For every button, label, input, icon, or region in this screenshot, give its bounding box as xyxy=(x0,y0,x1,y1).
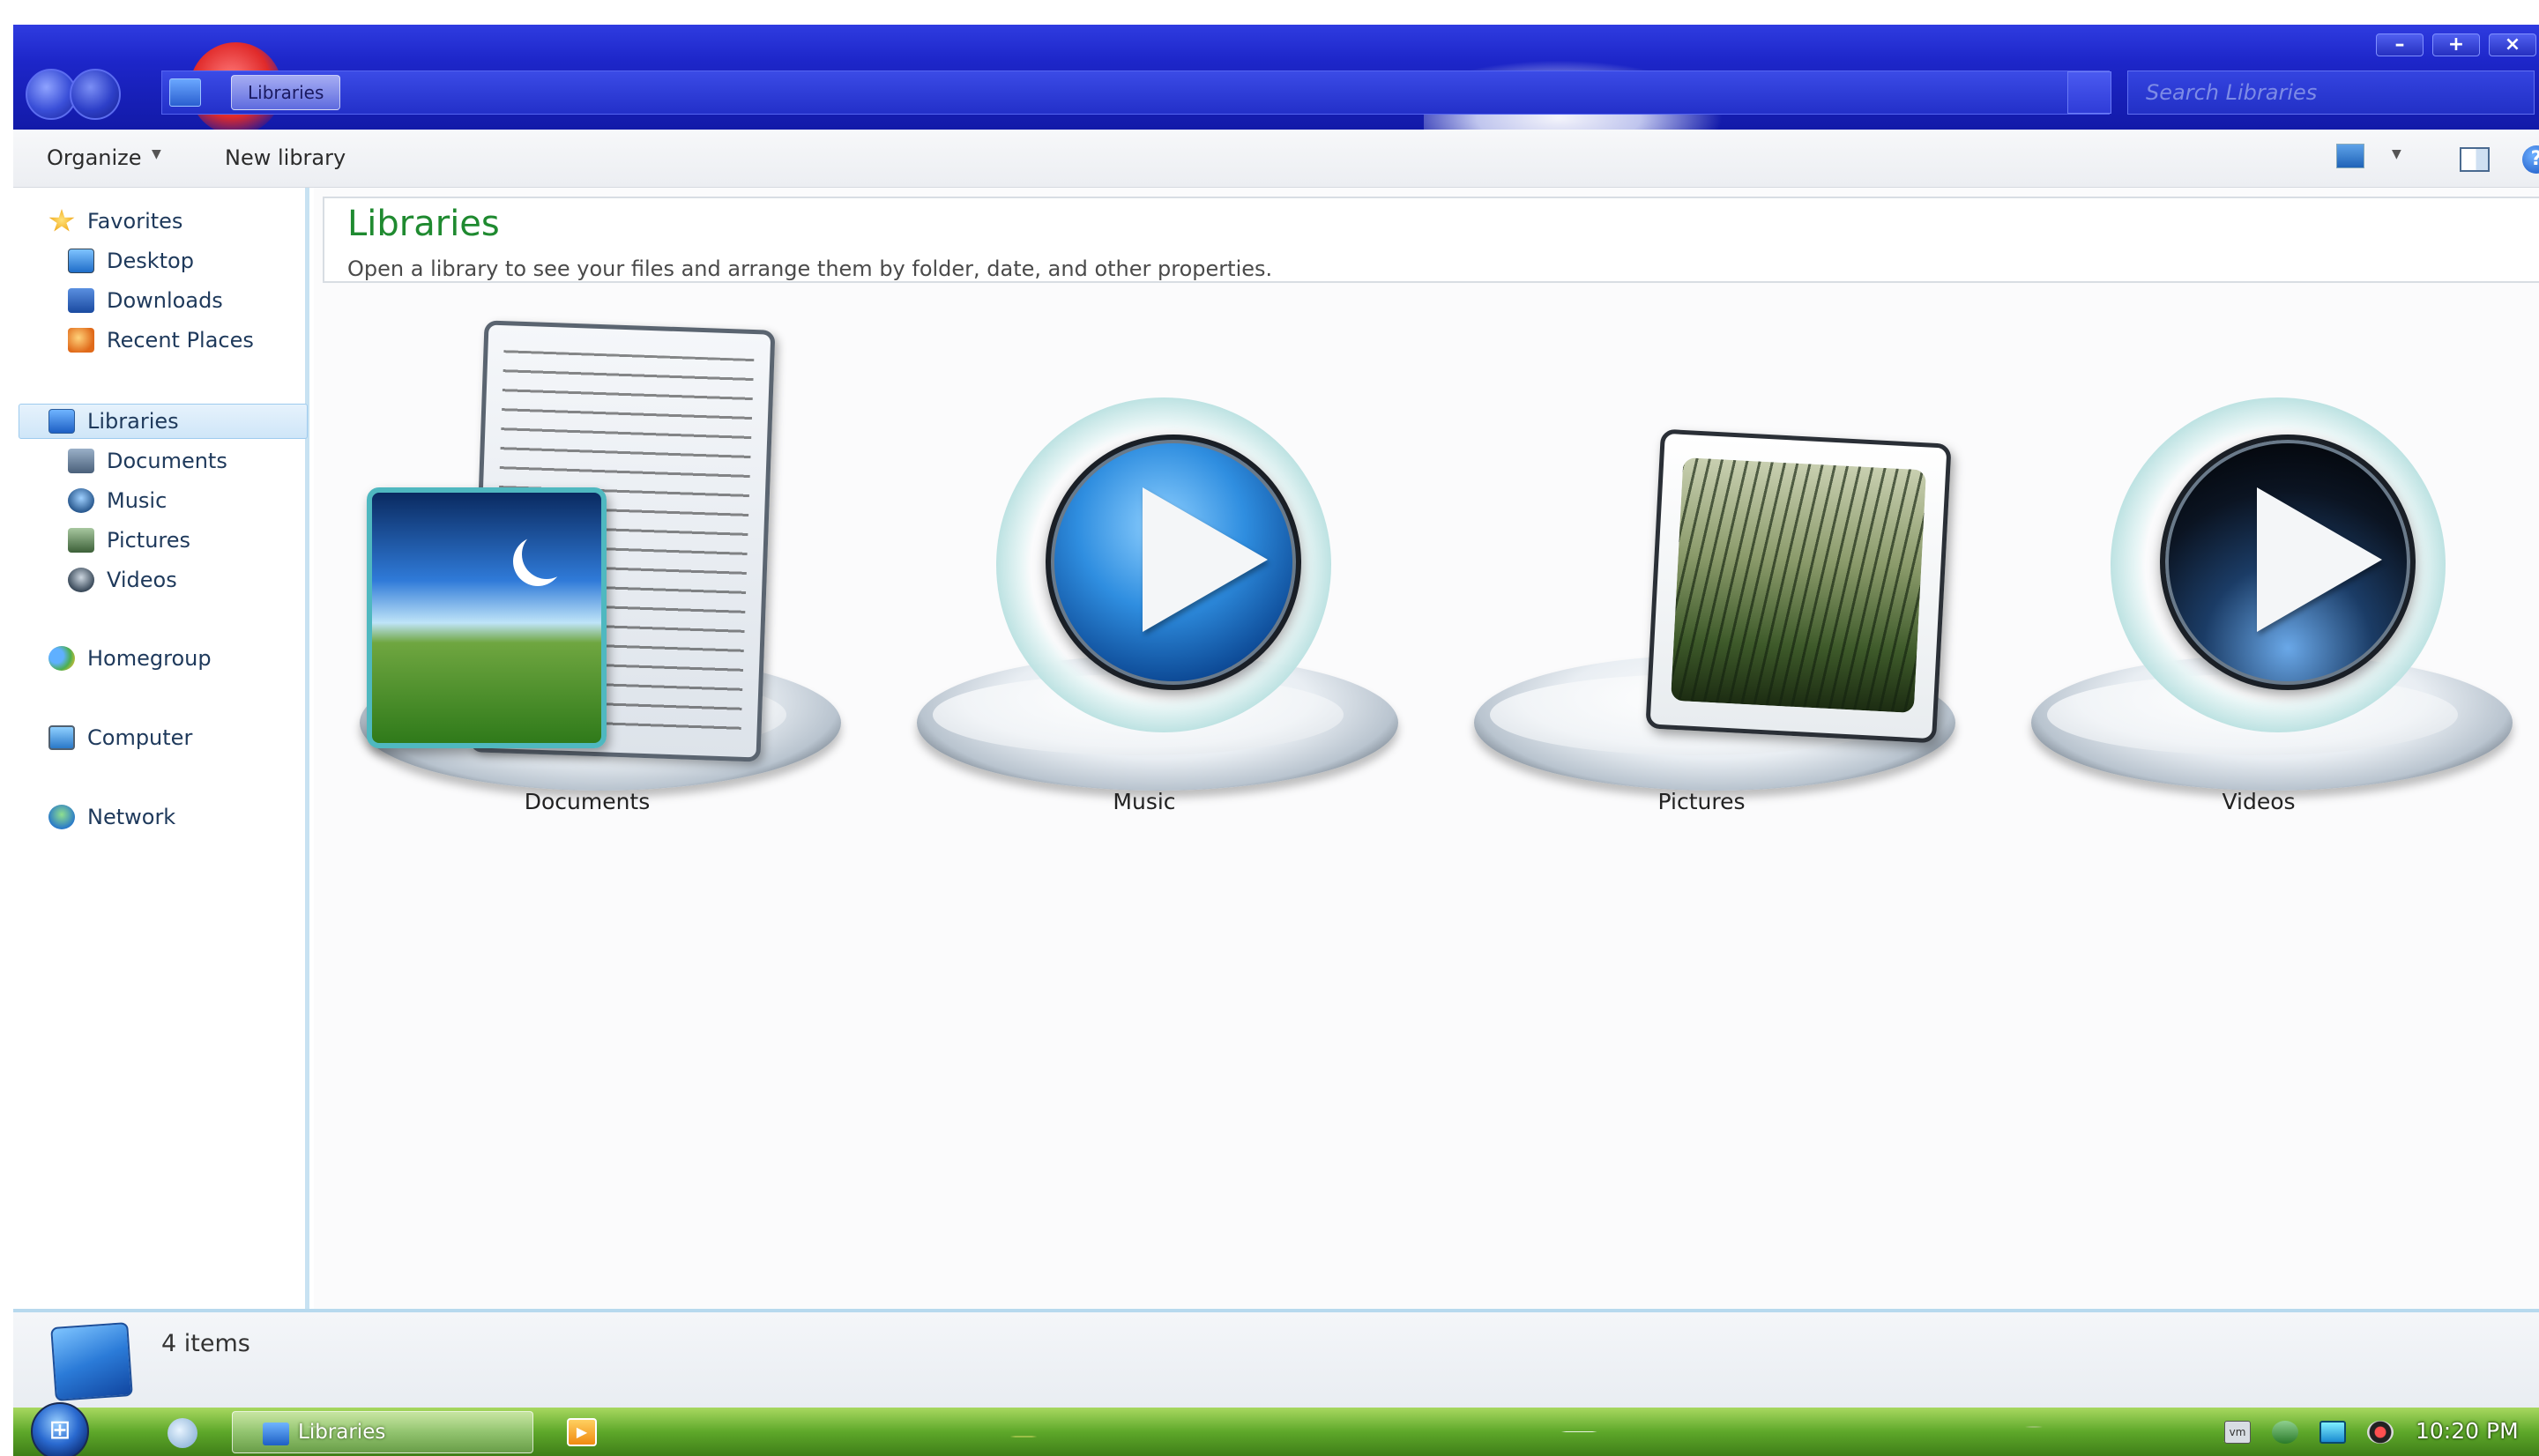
navigation-pane: Favorites Desktop Downloads Recent Place… xyxy=(13,188,309,1309)
landscape-photo-icon xyxy=(367,487,607,748)
network-tray-icon[interactable] xyxy=(2319,1421,2346,1444)
refresh-button[interactable] xyxy=(2067,71,2111,114)
libraries-large-icon xyxy=(50,1322,133,1401)
chevron-down-icon[interactable]: ▼ xyxy=(152,147,161,161)
usb-tray-icon[interactable] xyxy=(2272,1421,2298,1444)
moon-icon xyxy=(522,530,571,579)
homegroup-icon xyxy=(48,646,75,671)
sidebar-item-label: Pictures xyxy=(107,528,191,553)
view-options-chevron-icon[interactable]: ▼ xyxy=(2392,147,2401,161)
recent-places-icon xyxy=(68,328,94,353)
library-label: Documents xyxy=(524,789,651,814)
vm-tray-icon[interactable]: vm xyxy=(2224,1421,2251,1444)
sidebar-item-label: Libraries xyxy=(87,409,179,434)
star-icon xyxy=(48,209,75,232)
taskbar-button-libraries[interactable]: Libraries xyxy=(232,1411,533,1453)
sidebar-item-label: Downloads xyxy=(107,288,223,313)
sidebar-item-label: Music xyxy=(107,488,168,513)
library-label: Pictures xyxy=(1657,789,1746,814)
clock[interactable]: 10:20 PM xyxy=(2416,1418,2519,1444)
library-label: Videos xyxy=(2222,789,2296,814)
play-icon xyxy=(1143,487,1268,632)
picture-frame-icon xyxy=(1645,428,1952,744)
volume-tray-icon[interactable] xyxy=(2367,1421,2394,1444)
forward-button[interactable] xyxy=(70,69,121,120)
grass-photo xyxy=(1671,457,1927,714)
start-button[interactable]: ⊞ xyxy=(31,1402,89,1456)
library-tile-pictures[interactable]: Pictures xyxy=(1455,302,1955,831)
items-count: 4 items xyxy=(161,1330,250,1357)
address-bar[interactable]: Libraries xyxy=(161,71,2110,115)
library-tile-videos[interactable]: Videos xyxy=(2012,302,2513,831)
libraries-icon xyxy=(263,1423,289,1445)
new-library-button[interactable]: New library xyxy=(225,145,346,170)
details-pane: 4 items xyxy=(13,1309,2539,1408)
window-titlebar[interactable]: Libraries Search Libraries – + × xyxy=(13,25,2539,130)
preview-pane-icon[interactable] xyxy=(2460,147,2490,172)
desktop-top-edge xyxy=(0,0,2539,25)
help-icon[interactable]: ? xyxy=(2522,145,2539,174)
music-icon xyxy=(68,488,94,513)
downloads-icon xyxy=(68,288,94,313)
libraries-icon xyxy=(169,78,201,107)
command-bar: Organize ▼ New library ▼ ? xyxy=(13,130,2539,188)
sidebar-item-label: Videos xyxy=(107,568,177,592)
sidebar-item-label: Favorites xyxy=(87,209,183,234)
sidebar-item-label: Recent Places xyxy=(107,328,254,353)
videos-icon xyxy=(68,568,94,592)
play-icon xyxy=(2257,487,2382,632)
maximize-button[interactable]: + xyxy=(2432,33,2480,56)
page-subtitle: Open a library to see your files and arr… xyxy=(347,256,1273,281)
search-input[interactable]: Search Libraries xyxy=(2127,71,2535,115)
breadcrumb-libraries[interactable]: Libraries xyxy=(231,75,341,110)
network-icon xyxy=(48,805,75,829)
library-label: Music xyxy=(1113,789,1176,814)
library-tile-documents[interactable]: Documents xyxy=(340,302,841,831)
desktop-icon xyxy=(68,249,94,273)
minimize-button[interactable]: – xyxy=(2376,33,2424,56)
computer-icon xyxy=(48,725,75,750)
content-pane: Libraries Open a library to see your fil… xyxy=(314,188,2539,1309)
library-header: Libraries Open a library to see your fil… xyxy=(323,197,2539,283)
media-player-icon[interactable]: ▶ xyxy=(567,1418,597,1446)
pictures-icon xyxy=(68,528,94,553)
documents-icon xyxy=(68,449,94,473)
change-view-icon[interactable] xyxy=(2336,144,2364,168)
organize-menu[interactable]: Organize xyxy=(47,145,142,170)
sidebar-item-label: Computer xyxy=(87,725,193,750)
taskbar: ⊞ Libraries ▶ vm 10:20 PM xyxy=(13,1402,2539,1456)
sidebar-item-label: Homegroup xyxy=(87,646,212,671)
library-tile-music[interactable]: Music xyxy=(897,302,1398,831)
taskbar-button-label: Libraries xyxy=(298,1421,386,1444)
sidebar-item-label: Documents xyxy=(107,449,227,473)
libraries-icon xyxy=(48,409,75,434)
sidebar-item-label: Network xyxy=(87,805,176,829)
sidebar-item-label: Desktop xyxy=(107,249,194,273)
desktop-left-edge xyxy=(0,0,13,1456)
page-title: Libraries xyxy=(347,204,500,244)
show-desktop-icon[interactable] xyxy=(168,1418,197,1448)
close-button[interactable]: × xyxy=(2489,33,2536,56)
